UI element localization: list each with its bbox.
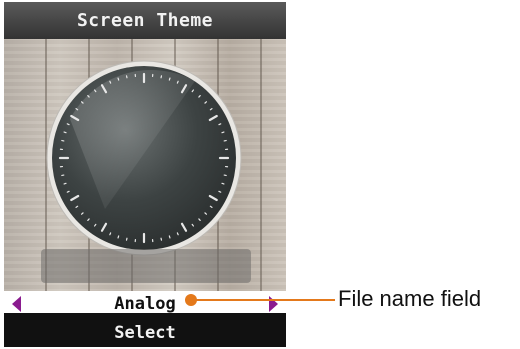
- clock-minute-tick: [221, 182, 225, 185]
- clock-minute-tick: [168, 77, 171, 81]
- clock-minute-tick: [117, 235, 120, 239]
- callout-line: [192, 299, 335, 301]
- file-name-field[interactable]: Analog: [4, 291, 286, 313]
- clock-minute-tick: [63, 131, 67, 134]
- softkey-bar: Select: [4, 319, 286, 347]
- phone-screen: Screen Theme Analog Select: [4, 2, 286, 347]
- clock-minute-tick: [176, 80, 179, 84]
- theme-preview-area: Analog: [4, 39, 286, 313]
- callout-label: File name field: [338, 286, 482, 311]
- clock-minute-tick: [109, 232, 112, 236]
- clock-minute-tick: [109, 80, 112, 84]
- analog-clock-icon: [46, 60, 242, 256]
- clock-minute-tick: [218, 190, 222, 193]
- title-bar: Screen Theme: [4, 2, 286, 40]
- clock-minute-tick: [66, 190, 70, 193]
- arrow-left-icon[interactable]: [12, 296, 21, 312]
- file-name-value: Analog: [114, 294, 176, 313]
- screen-title: Screen Theme: [76, 10, 214, 31]
- clock-minute-tick: [218, 123, 222, 126]
- theme-name-box: [41, 249, 251, 283]
- clock-minute-tick: [176, 232, 179, 236]
- select-softkey[interactable]: Select: [114, 323, 175, 343]
- clock-minute-tick: [168, 235, 171, 239]
- clock-minute-tick: [66, 123, 70, 126]
- clock-minute-tick: [221, 131, 225, 134]
- clock-minute-tick: [117, 77, 120, 81]
- clock-minute-tick: [63, 182, 67, 185]
